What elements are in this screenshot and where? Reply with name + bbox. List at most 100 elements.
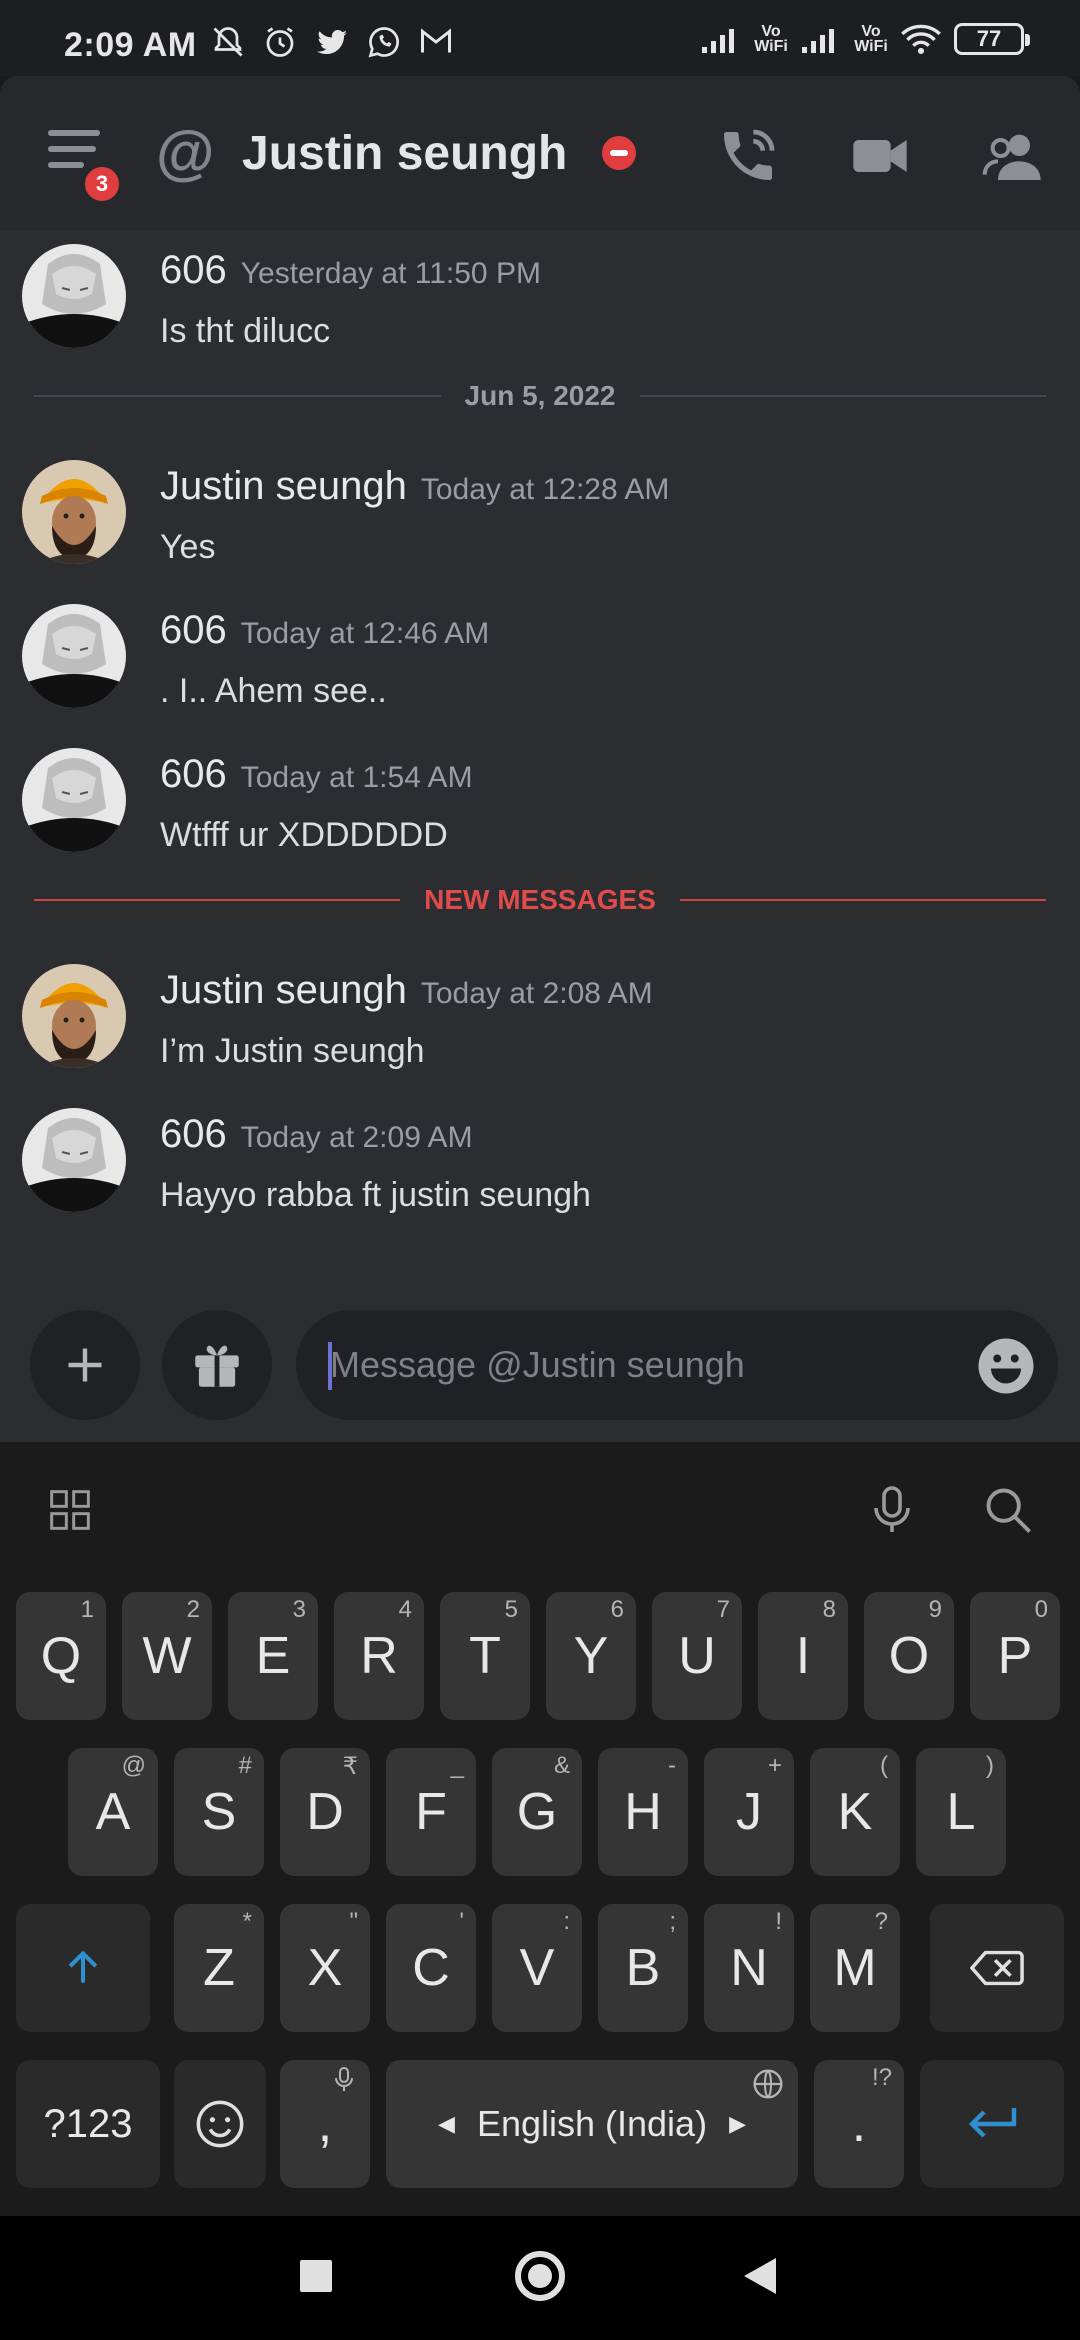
key-p[interactable]: P0: [970, 1592, 1060, 1720]
author-name[interactable]: 606: [160, 1112, 227, 1156]
author-name[interactable]: 606: [160, 248, 227, 292]
avatar[interactable]: [22, 460, 126, 564]
key-m[interactable]: M?: [810, 1904, 900, 2032]
key-d[interactable]: D ₹: [280, 1748, 370, 1876]
wifi-icon: [901, 24, 941, 54]
message-composer: [0, 1310, 1080, 1446]
period-key[interactable]: .!?: [814, 2060, 904, 2188]
timestamp: Today at 2:08 AM: [420, 977, 653, 1010]
status-bar: 2:09 AM Vo WiFi Vo WiFi 77: [0, 0, 1080, 76]
message-item[interactable]: 606 Today at 1:54 AM Wtfff ur XDDDDDD: [0, 746, 1080, 876]
backspace-key[interactable]: [930, 1904, 1064, 2032]
menu-button[interactable]: 3: [48, 130, 124, 206]
avatar[interactable]: [22, 964, 126, 1068]
key-g[interactable]: G &: [492, 1748, 582, 1876]
channel-title: Justin seungh: [242, 127, 568, 180]
apps-grid-icon[interactable]: [48, 1488, 92, 1532]
key-v[interactable]: V:: [492, 1904, 582, 2032]
avatar[interactable]: [22, 244, 126, 348]
key-w[interactable]: W2: [122, 1592, 212, 1720]
message-item[interactable]: 606 Today at 2:09 AM Hayyo rabba ft justi…: [0, 1106, 1080, 1236]
message-input-container[interactable]: [296, 1310, 1058, 1420]
signal-icon: [702, 29, 734, 53]
avatar[interactable]: [22, 604, 126, 708]
search-icon[interactable]: [982, 1484, 1034, 1536]
comma-key[interactable]: ,: [280, 2060, 370, 2188]
key-u[interactable]: U7: [652, 1592, 742, 1720]
date-divider: Jun 5, 2022: [34, 376, 1047, 416]
message-item[interactable]: Justin seungh Today at 12:28 AM Yes: [0, 458, 1080, 588]
author-name[interactable]: 606: [160, 608, 227, 652]
unread-badge: 3: [80, 162, 124, 206]
new-messages-label: NEW MESSAGES: [424, 884, 656, 915]
key-t[interactable]: T5: [440, 1592, 530, 1720]
key-f[interactable]: F _: [386, 1748, 476, 1876]
emoji-icon[interactable]: [976, 1336, 1036, 1396]
emoji-key[interactable]: [174, 2060, 266, 2188]
message-item[interactable]: 606 Yesterday at 11:50 PM Is tht dilucc: [0, 242, 1080, 372]
status-time: 2:09 AM: [64, 26, 197, 64]
key-h[interactable]: H-: [598, 1748, 688, 1876]
battery-indicator: 77: [954, 23, 1030, 55]
microphone-icon[interactable]: [868, 1484, 916, 1536]
symbols-key[interactable]: ?123: [16, 2060, 160, 2188]
vowifi-label: Vo WiFi: [854, 23, 888, 55]
members-icon[interactable]: [982, 124, 1046, 188]
attach-button[interactable]: [30, 1310, 140, 1420]
message-item[interactable]: 606 Today at 12:46 AM . I.. Ahem see..: [0, 602, 1080, 732]
author-name[interactable]: 606: [160, 752, 227, 796]
message-text: . I.. Ahem see..: [160, 672, 387, 710]
key-r[interactable]: R4: [334, 1592, 424, 1720]
whatsapp-icon: [368, 27, 399, 58]
smiley-icon: [196, 2100, 244, 2148]
key-i[interactable]: I8: [758, 1592, 848, 1720]
left-arrow-icon: ◀: [438, 2111, 455, 2136]
shift-key[interactable]: [16, 1904, 150, 2032]
enter-key[interactable]: [920, 2060, 1064, 2188]
key-z[interactable]: Z *: [174, 1904, 264, 2032]
timestamp: Today at 12:28 AM: [420, 473, 670, 506]
video-call-icon[interactable]: [848, 124, 912, 188]
bell-off-icon: [213, 27, 243, 57]
key-a[interactable]: A @: [68, 1748, 158, 1876]
message-input[interactable]: [330, 1332, 930, 1398]
key-s[interactable]: S #: [174, 1748, 264, 1876]
back-icon[interactable]: [740, 2254, 780, 2298]
key-o[interactable]: O9: [864, 1592, 954, 1720]
message-text: Is tht dilucc: [160, 312, 331, 350]
right-arrow-icon: ▶: [729, 2111, 746, 2136]
key-k[interactable]: K(: [810, 1748, 900, 1876]
gift-button[interactable]: [162, 1310, 272, 1420]
avatar[interactable]: [22, 1108, 126, 1212]
key-n[interactable]: N!: [704, 1904, 794, 2032]
navigation-bar: [0, 2216, 1080, 2340]
dnd-status-icon: [602, 136, 636, 170]
key-c[interactable]: C ': [386, 1904, 476, 2032]
shift-arrow-icon: [68, 1950, 98, 1983]
key-b[interactable]: B;: [598, 1904, 688, 2032]
home-icon[interactable]: [512, 2248, 568, 2304]
vowifi-label: Vo WiFi: [754, 23, 788, 55]
system-icons: Vo WiFi Vo WiFi 77: [700, 22, 1030, 56]
avatar[interactable]: [22, 748, 126, 852]
author-name[interactable]: Justin seungh: [160, 464, 407, 508]
gift-icon: [195, 1345, 239, 1387]
message-text: I’m Justin seungh: [160, 1032, 425, 1070]
key-j[interactable]: J +: [704, 1748, 794, 1876]
keyboard-toolbar: [0, 1442, 1080, 1572]
key-x[interactable]: X ": [280, 1904, 370, 2032]
gmail-icon: [421, 28, 451, 53]
key-e[interactable]: E3: [228, 1592, 318, 1720]
backspace-icon: [970, 1950, 1024, 1986]
space-key[interactable]: ◀ English (India) ▶: [386, 2060, 798, 2188]
recents-icon[interactable]: [296, 2256, 336, 2296]
key-q[interactable]: Q1: [16, 1592, 106, 1720]
author-name[interactable]: Justin seungh: [160, 968, 407, 1012]
message-item[interactable]: Justin seungh Today at 2:08 AM I’m Justin…: [0, 962, 1080, 1092]
voice-call-icon[interactable]: [716, 124, 780, 188]
plus-icon: [68, 1348, 102, 1382]
key-y[interactable]: Y6: [546, 1592, 636, 1720]
timestamp: Today at 12:46 AM: [240, 617, 490, 650]
key-l[interactable]: L): [916, 1748, 1006, 1876]
message-text: Wtfff ur XDDDDDD: [160, 816, 448, 854]
